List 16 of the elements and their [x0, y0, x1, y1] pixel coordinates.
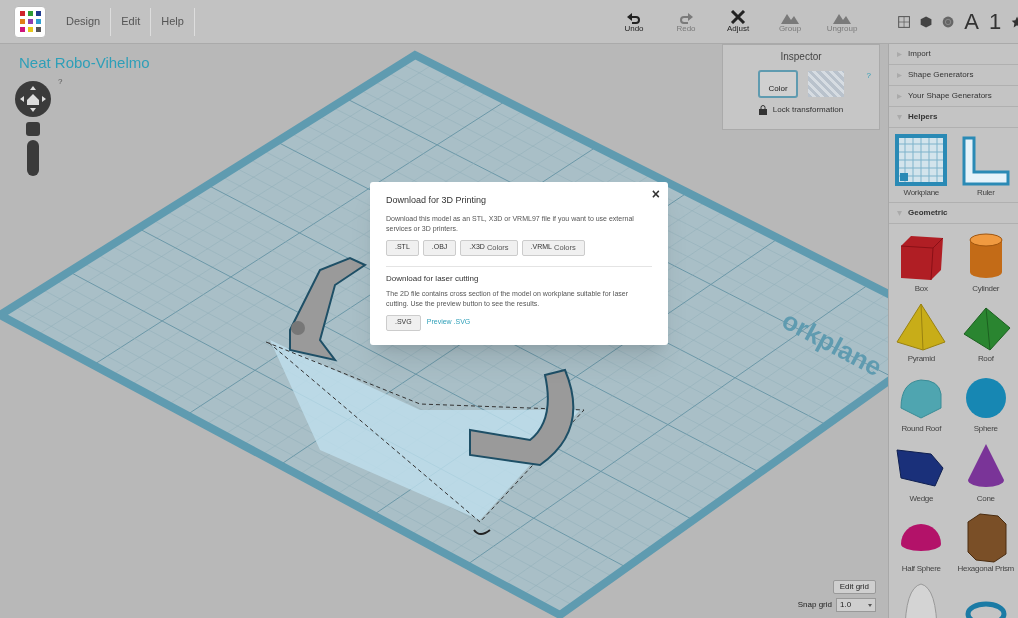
dialog-title: Download for 3D Printing: [386, 194, 488, 207]
shape-label: Hexagonal Prism: [957, 564, 1014, 574]
shape-label: Workplane: [903, 188, 939, 198]
laser-title: Download for laser cutting: [386, 272, 480, 285]
shape-label: Round Roof: [901, 424, 942, 434]
shape-label: Wedge: [909, 494, 934, 504]
shape-label: Half Sphere: [901, 564, 941, 574]
snap-grid-label: Snap grid: [797, 599, 832, 611]
shape-label: Cone: [976, 494, 995, 504]
shape-label: Pyramid: [907, 354, 935, 364]
inspector-title: Inspector: [780, 50, 822, 64]
shape-label: Sphere: [973, 424, 998, 434]
shape-label: Box: [914, 284, 928, 294]
shape-label: Ruler: [976, 188, 995, 198]
shape-label: Roof: [977, 354, 994, 364]
shape-label: Cylinder: [972, 284, 1000, 294]
